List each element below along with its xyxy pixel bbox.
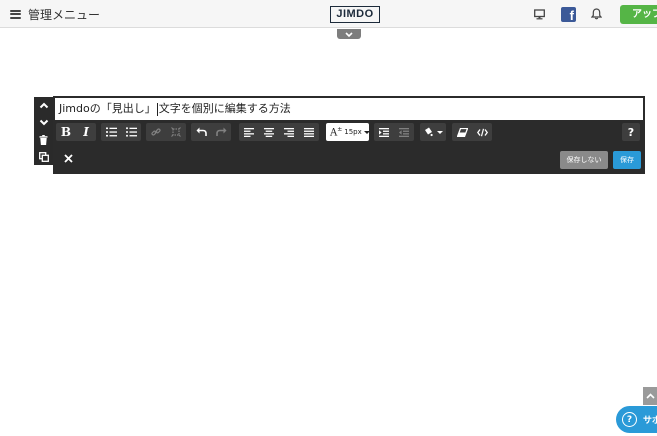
- help-button[interactable]: ?: [622, 123, 640, 141]
- outdent-icon: [399, 127, 409, 137]
- heading-text-before-caret: Jimdoの「見出し」: [59, 102, 156, 115]
- ordered-list-icon: [105, 127, 117, 137]
- close-icon: [63, 153, 73, 163]
- admin-menu-button[interactable]: 管理メニュー: [10, 6, 100, 22]
- admin-topbar: 管理メニュー JIMDO f アップ: [0, 0, 657, 28]
- hamburger-icon: [10, 9, 21, 19]
- cancel-button[interactable]: 保存しない: [560, 151, 608, 169]
- history-group: [191, 123, 231, 141]
- indent-button[interactable]: [374, 123, 394, 141]
- jimdo-logo[interactable]: JIMDO: [330, 6, 380, 23]
- redo-icon: [215, 127, 226, 136]
- undo-icon: [196, 127, 207, 136]
- chevron-down-icon: [39, 119, 48, 126]
- redo-button[interactable]: [211, 123, 231, 141]
- remove-link-button[interactable]: [166, 123, 186, 141]
- delete-module-button[interactable]: [37, 133, 51, 147]
- chevron-up-icon: [39, 102, 48, 109]
- upgrade-button[interactable]: アップ: [620, 5, 657, 24]
- facebook-icon[interactable]: f: [561, 7, 576, 22]
- eraser-icon: [456, 127, 468, 137]
- text-color-dropdown[interactable]: [420, 123, 446, 141]
- insert-link-button[interactable]: [146, 123, 166, 141]
- list-group: [101, 123, 141, 141]
- save-button[interactable]: 保存: [613, 151, 641, 169]
- font-size-value: 15px: [344, 128, 362, 136]
- alignment-group: [239, 123, 319, 141]
- code-icon: [476, 128, 488, 136]
- copy-icon: [38, 151, 49, 162]
- move-up-button[interactable]: [37, 99, 51, 113]
- unordered-list-icon: [125, 127, 137, 137]
- close-editor-button[interactable]: [60, 150, 76, 166]
- bell-icon[interactable]: [591, 8, 602, 20]
- align-right-icon: [284, 127, 294, 137]
- format-toolbar: B I A± 15px ?: [53, 120, 645, 144]
- link-icon: [151, 128, 161, 136]
- ordered-list-button[interactable]: [101, 123, 121, 141]
- unlink-icon: [171, 127, 181, 137]
- support-button[interactable]: ? サポ: [616, 406, 657, 433]
- align-right-button[interactable]: [279, 123, 299, 141]
- align-center-icon: [264, 127, 274, 137]
- collapse-topbar-tab[interactable]: [337, 29, 361, 39]
- module-controls: [34, 97, 53, 165]
- dropdown-caret-icon: [436, 130, 443, 134]
- heading-text-after-caret: 文字を個別に編集する方法: [158, 102, 291, 115]
- text-caret: [156, 102, 158, 116]
- heading-text-input[interactable]: Jimdoの「見出し」 文字を個別に編集する方法: [55, 98, 643, 120]
- copy-module-button[interactable]: [37, 150, 51, 164]
- monitor-icon[interactable]: [534, 9, 545, 20]
- trash-icon: [39, 134, 48, 145]
- support-label: サポ: [643, 416, 657, 426]
- indent-icon: [379, 127, 389, 137]
- align-justify-button[interactable]: [299, 123, 319, 141]
- align-left-icon: [244, 127, 254, 137]
- clear-format-button[interactable]: [452, 123, 472, 141]
- misc-group: [452, 123, 492, 141]
- source-code-button[interactable]: [472, 123, 492, 141]
- align-left-button[interactable]: [239, 123, 259, 141]
- move-down-button[interactable]: [37, 116, 51, 130]
- text-style-group: B I: [56, 123, 96, 141]
- unordered-list-button[interactable]: [121, 123, 141, 141]
- chevron-up-icon: [645, 393, 655, 399]
- help-circle-icon: ?: [622, 412, 637, 427]
- align-justify-icon: [304, 127, 314, 137]
- font-size-icon: A±: [330, 125, 343, 139]
- scroll-to-top-button[interactable]: [643, 387, 657, 405]
- align-center-button[interactable]: [259, 123, 279, 141]
- admin-menu-label: 管理メニュー: [28, 7, 101, 22]
- bold-button[interactable]: B: [56, 123, 76, 141]
- dropdown-caret-icon: [363, 130, 370, 134]
- indent-group: [374, 123, 414, 141]
- paint-bucket-icon: [424, 127, 433, 137]
- undo-button[interactable]: [191, 123, 211, 141]
- link-group: [146, 123, 186, 141]
- text-color-button[interactable]: [420, 123, 446, 141]
- font-size-dropdown[interactable]: A± 15px: [326, 123, 370, 141]
- chevron-down-icon: [345, 31, 353, 37]
- outdent-button[interactable]: [394, 123, 414, 141]
- heading-editor: Jimdoの「見出し」 文字を個別に編集する方法 B I A± 15px ? 保…: [53, 96, 645, 174]
- italic-button[interactable]: I: [76, 123, 96, 141]
